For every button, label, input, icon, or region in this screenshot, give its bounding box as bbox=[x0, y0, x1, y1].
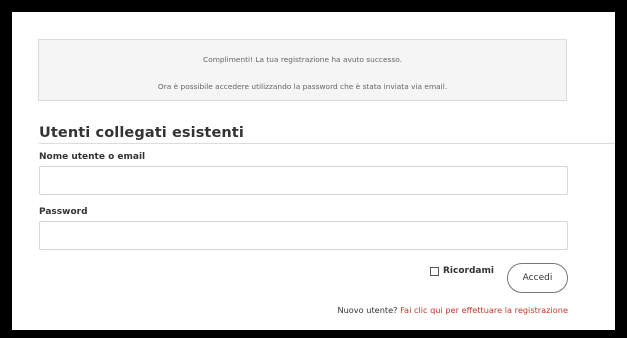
username-input[interactable] bbox=[39, 166, 568, 195]
password-input[interactable] bbox=[39, 221, 568, 250]
register-prompt-text: Nuovo utente? bbox=[337, 305, 398, 315]
password-label: Password bbox=[39, 207, 88, 217]
success-notice: Complimenti! La tua registrazione ha avu… bbox=[38, 39, 567, 101]
username-label: Nome utente o email bbox=[39, 152, 146, 162]
remember-checkbox[interactable] bbox=[430, 266, 439, 276]
title-divider bbox=[39, 143, 615, 144]
notice-line-1: Complimenti! La tua registrazione ha avu… bbox=[203, 55, 402, 64]
remember-me[interactable]: Ricordami bbox=[430, 266, 494, 276]
remember-label: Ricordami bbox=[443, 266, 494, 276]
register-link[interactable]: Fai clic qui per effettuare la registraz… bbox=[400, 305, 568, 315]
login-button[interactable]: Accedi bbox=[507, 263, 568, 293]
login-section-title: Utenti collegati esistenti bbox=[39, 125, 244, 141]
login-panel: Complimenti! La tua registrazione ha avu… bbox=[12, 12, 615, 330]
notice-line-2: Ora è possibile accedere utilizzando la … bbox=[157, 82, 448, 91]
register-prompt: Nuovo utente? Fai clic qui per effettuar… bbox=[337, 305, 568, 315]
